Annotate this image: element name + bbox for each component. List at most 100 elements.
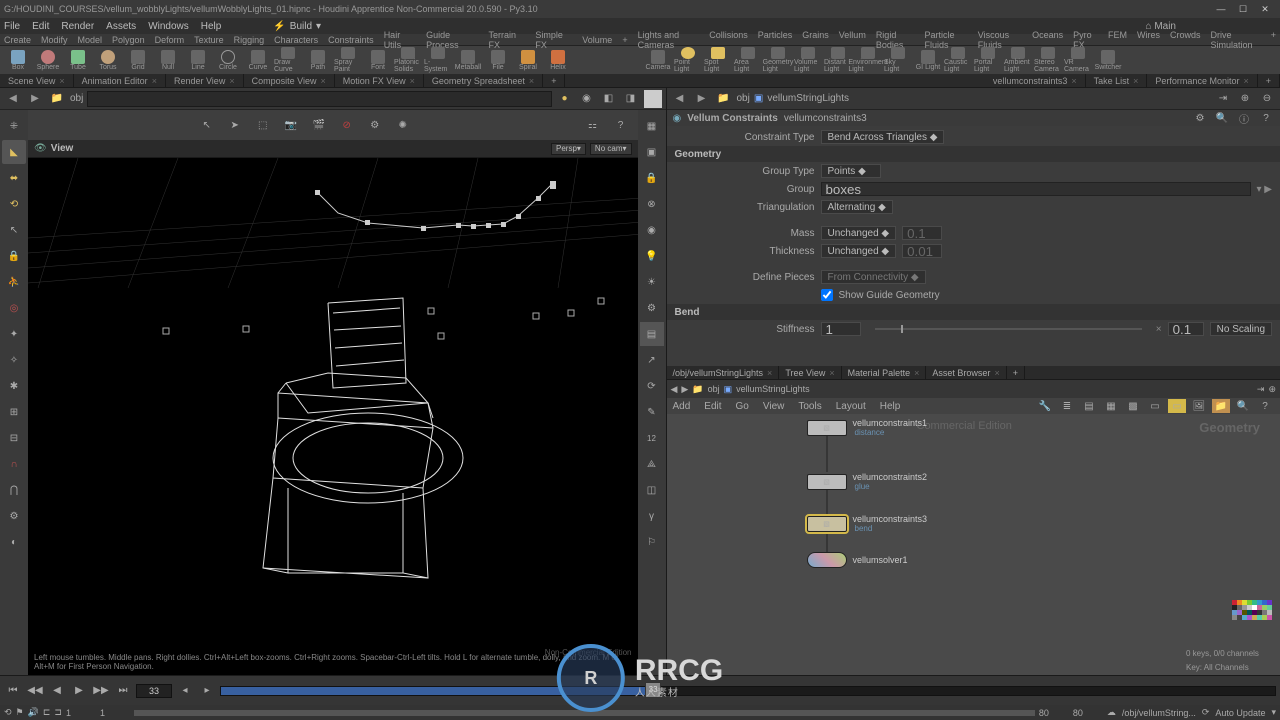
pin-icon[interactable]: ⇥ [1257, 384, 1265, 395]
tool-volumelight[interactable]: Volume Light [794, 47, 822, 73]
close-button[interactable]: ✕ [1254, 2, 1276, 16]
cube-icon[interactable]: ◧ [600, 90, 618, 108]
path-obj[interactable]: obj [737, 93, 750, 104]
range-start[interactable]: 1 [100, 708, 130, 718]
prev-key-icon[interactable]: ◀◀ [26, 682, 44, 700]
sphere-sel-icon[interactable]: ● [556, 90, 574, 108]
tab-render-view[interactable]: Render View× [166, 74, 244, 88]
sphere-icon[interactable]: ◉ [578, 90, 596, 108]
tree-view-tab[interactable]: Tree View× [779, 366, 841, 380]
magnet2-icon[interactable]: ⋂ [2, 478, 26, 502]
thickness-dropdown[interactable]: Unchanged ◆ [821, 244, 897, 258]
handle-icon[interactable]: ⁜ [2, 114, 26, 138]
end-frame[interactable]: 80 [1073, 708, 1103, 718]
shade-icon[interactable]: ▤ [640, 322, 664, 346]
tool-camera[interactable]: Camera [644, 47, 672, 73]
lock-icon[interactable]: 🔒 [640, 166, 664, 190]
close-icon[interactable]: × [1243, 76, 1248, 86]
folder-icon[interactable]: 📁 [1212, 399, 1230, 413]
snap-icon[interactable]: ✦ [2, 322, 26, 346]
close-icon[interactable]: × [829, 368, 834, 378]
stiffness-scaling-dropdown[interactable]: No Scaling [1210, 322, 1272, 336]
link-icon[interactable]: ⊕ [1236, 90, 1254, 108]
shelf-tab[interactable]: Characters [274, 35, 318, 45]
play-fwd-icon[interactable]: ▶ [70, 682, 88, 700]
help-icon[interactable]: ◐ [2, 530, 26, 554]
close-icon[interactable]: × [410, 76, 415, 86]
back-icon[interactable]: ◀ [671, 384, 678, 395]
path-input[interactable] [87, 91, 551, 107]
tab-geospread[interactable]: Geometry Spreadsheet× [424, 74, 543, 88]
help-icon[interactable]: ? [610, 114, 632, 136]
min-button[interactable]: — [1210, 2, 1232, 16]
network-canvas[interactable]: Commercial Edition Geometry ▧ vellumcons… [667, 414, 1280, 675]
bottom-path[interactable]: /obj/vellumString... [1122, 708, 1196, 718]
net-menu-tools[interactable]: Tools [798, 401, 821, 412]
light-icon[interactable]: 💡 [640, 244, 664, 268]
mass-dropdown[interactable]: Unchanged ◆ [821, 226, 897, 240]
auto-update-dropdown[interactable]: Auto Update [1215, 708, 1265, 718]
shelf-plus-icon[interactable]: + [622, 35, 627, 45]
network-node[interactable]: ▧ vellumconstraints1distance [807, 418, 928, 437]
tool-ambientlight[interactable]: Ambient Light [1004, 47, 1032, 73]
cube2-icon[interactable]: ◨ [622, 90, 640, 108]
path-node[interactable]: vellumStringLights [736, 384, 810, 394]
close-icon[interactable]: × [1071, 76, 1076, 86]
next-icon[interactable]: ▸ [198, 682, 216, 700]
tab-perfmon[interactable]: Performance Monitor× [1147, 74, 1257, 88]
net-menu-add[interactable]: Add [673, 401, 691, 412]
ruler-icon[interactable]: ⊟ [2, 426, 26, 450]
group-type-dropdown[interactable]: Points ◆ [821, 164, 881, 178]
grid-icon[interactable]: ⊞ [2, 400, 26, 424]
tab-params-node[interactable]: vellumconstraints3× [985, 74, 1086, 88]
tool-vrcam[interactable]: VR Camera [1064, 47, 1092, 73]
range-icon[interactable]: ⊏ [43, 707, 51, 718]
persp-dropdown[interactable]: Persp ▾ [551, 143, 586, 155]
tool-skylight[interactable]: Sky Light [884, 47, 912, 73]
max-button[interactable]: ☐ [1232, 2, 1254, 16]
rot-icon[interactable]: ⚙ [2, 504, 26, 528]
color-palette[interactable] [1232, 600, 1276, 620]
gear-icon[interactable]: ⚙ [1192, 111, 1208, 125]
fwd-icon[interactable]: ▶ [26, 90, 44, 108]
tool-drawcurve[interactable]: Draw Curve [274, 47, 302, 73]
link2-icon[interactable]: ⊖ [1258, 90, 1276, 108]
search-icon[interactable]: 🔍 [1234, 399, 1252, 413]
move-icon[interactable]: ⬌ [2, 166, 26, 190]
show-guide-checkbox[interactable] [821, 289, 833, 301]
fill-icon[interactable] [644, 90, 662, 108]
net-menu-go[interactable]: Go [736, 401, 749, 412]
network-node[interactable]: ▧ vellumconstraints2glue [807, 472, 928, 491]
pointer-icon[interactable]: ↖ [2, 218, 26, 242]
constraint-type-dropdown[interactable]: Bend Across Triangles ◆ [821, 130, 945, 144]
gear-icon[interactable]: ⚙ [364, 114, 386, 136]
tool-gilight[interactable]: GI Light [914, 47, 942, 73]
net-menu-view[interactable]: View [763, 401, 785, 412]
menu-file[interactable]: File [4, 21, 20, 32]
tool-arealight[interactable]: Area Light [734, 47, 762, 73]
node-name[interactable]: vellumconstraints3 [784, 113, 1186, 124]
loop-icon[interactable]: ⟲ [4, 707, 12, 718]
folder-icon[interactable]: 📁 [48, 90, 66, 108]
lock-icon[interactable]: 🔒 [2, 244, 26, 268]
burst-icon[interactable]: ✺ [392, 114, 414, 136]
tool-box[interactable]: Box [4, 47, 32, 73]
network-node-solver[interactable]: vellumsolver1 [807, 552, 908, 568]
sphere-icon[interactable]: ◉ [640, 218, 664, 242]
tab-plus-icon[interactable]: + [1258, 74, 1280, 88]
sticky-icon[interactable]: ▭ [1168, 399, 1186, 413]
shelf-tab[interactable]: Create [4, 35, 31, 45]
disp2-icon[interactable]: ▣ [640, 140, 664, 164]
next-key-icon[interactable]: ▶▶ [92, 682, 110, 700]
search-icon[interactable]: 🔍 [1214, 111, 1230, 125]
link-icon[interactable]: ⊕ [1268, 384, 1276, 395]
refresh-icon[interactable]: ⟳ [640, 374, 664, 398]
pointer-tool-icon[interactable]: ↖ [196, 114, 218, 136]
tab-motionfx[interactable]: Motion FX View× [335, 74, 424, 88]
tool-geolight[interactable]: Geometry Light [764, 47, 792, 73]
color-swatch[interactable] [1267, 615, 1272, 620]
tab-composite[interactable]: Composite View× [244, 74, 335, 88]
tool-causticlight[interactable]: Caustic Light [944, 47, 972, 73]
timeline-slider[interactable]: 33 [220, 686, 1276, 696]
shelf-tab[interactable]: Deform [155, 35, 185, 45]
